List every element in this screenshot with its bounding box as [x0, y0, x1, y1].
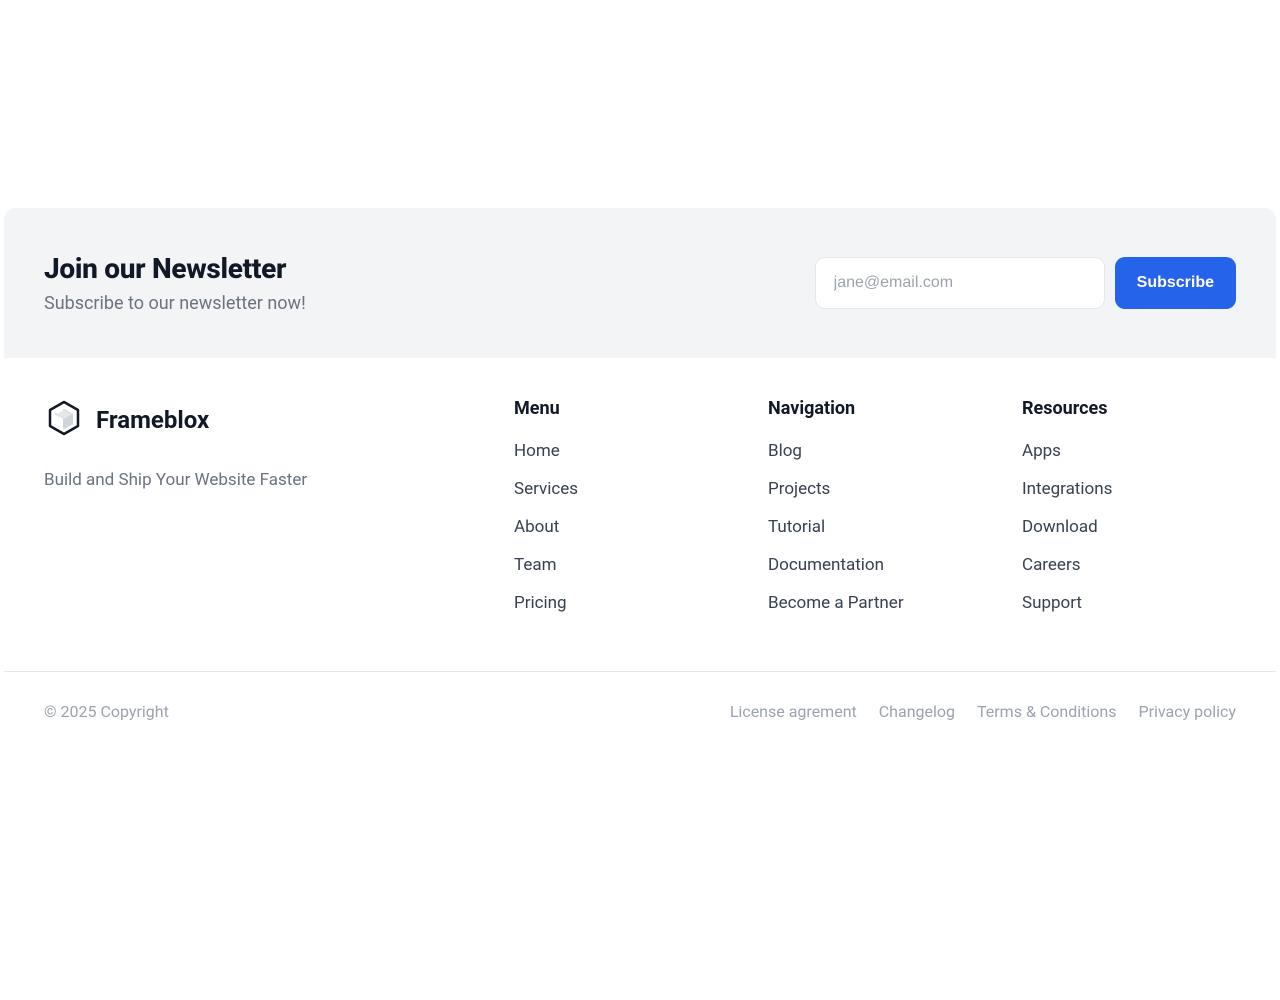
- menu-column-title: Menu: [514, 398, 728, 419]
- brand-name: Frameblox: [96, 406, 209, 434]
- nav-link-partner[interactable]: Become a Partner: [768, 593, 982, 613]
- navigation-column-title: Navigation: [768, 398, 982, 419]
- footer-container: Join our Newsletter Subscribe to our new…: [4, 208, 1276, 751]
- email-input[interactable]: [815, 257, 1105, 309]
- legal-terms[interactable]: Terms & Conditions: [977, 702, 1117, 721]
- nav-link-projects[interactable]: Projects: [768, 479, 982, 499]
- menu-column: Menu Home Services About Team Pricing: [514, 398, 728, 631]
- res-link-download[interactable]: Download: [1022, 517, 1236, 537]
- brand-column: Frameblox Build and Ship Your Website Fa…: [44, 398, 474, 631]
- link-columns: Menu Home Services About Team Pricing Na…: [514, 398, 1236, 631]
- brand-row: Frameblox: [44, 398, 474, 442]
- legal-changelog[interactable]: Changelog: [879, 702, 955, 721]
- menu-link-about[interactable]: About: [514, 517, 728, 537]
- menu-link-pricing[interactable]: Pricing: [514, 593, 728, 613]
- copyright-text: © 2025 Copyright: [44, 702, 169, 721]
- nav-link-blog[interactable]: Blog: [768, 441, 982, 461]
- menu-link-home[interactable]: Home: [514, 441, 728, 461]
- newsletter-section: Join our Newsletter Subscribe to our new…: [4, 208, 1276, 358]
- footer-bottom: © 2025 Copyright License agrement Change…: [4, 671, 1276, 751]
- newsletter-form: Subscribe: [815, 257, 1236, 309]
- resources-column: Resources Apps Integrations Download Car…: [1022, 398, 1236, 631]
- res-link-careers[interactable]: Careers: [1022, 555, 1236, 575]
- newsletter-subheading: Subscribe to our newsletter now!: [44, 293, 815, 314]
- navigation-column: Navigation Blog Projects Tutorial Docume…: [768, 398, 982, 631]
- nav-link-tutorial[interactable]: Tutorial: [768, 517, 982, 537]
- menu-link-services[interactable]: Services: [514, 479, 728, 499]
- brand-tagline: Build and Ship Your Website Faster: [44, 470, 474, 490]
- hexagon-logo-icon: [44, 398, 84, 442]
- legal-links: License agrement Changelog Terms & Condi…: [730, 702, 1236, 721]
- subscribe-button[interactable]: Subscribe: [1115, 257, 1236, 309]
- nav-link-documentation[interactable]: Documentation: [768, 555, 982, 575]
- legal-license[interactable]: License agrement: [730, 702, 857, 721]
- newsletter-heading: Join our Newsletter: [44, 252, 815, 285]
- res-link-support[interactable]: Support: [1022, 593, 1236, 613]
- newsletter-text: Join our Newsletter Subscribe to our new…: [44, 252, 815, 314]
- resources-column-title: Resources: [1022, 398, 1236, 419]
- res-link-apps[interactable]: Apps: [1022, 441, 1236, 461]
- footer-main: Frameblox Build and Ship Your Website Fa…: [4, 358, 1276, 671]
- menu-link-team[interactable]: Team: [514, 555, 728, 575]
- legal-privacy[interactable]: Privacy policy: [1139, 702, 1237, 721]
- res-link-integrations[interactable]: Integrations: [1022, 479, 1236, 499]
